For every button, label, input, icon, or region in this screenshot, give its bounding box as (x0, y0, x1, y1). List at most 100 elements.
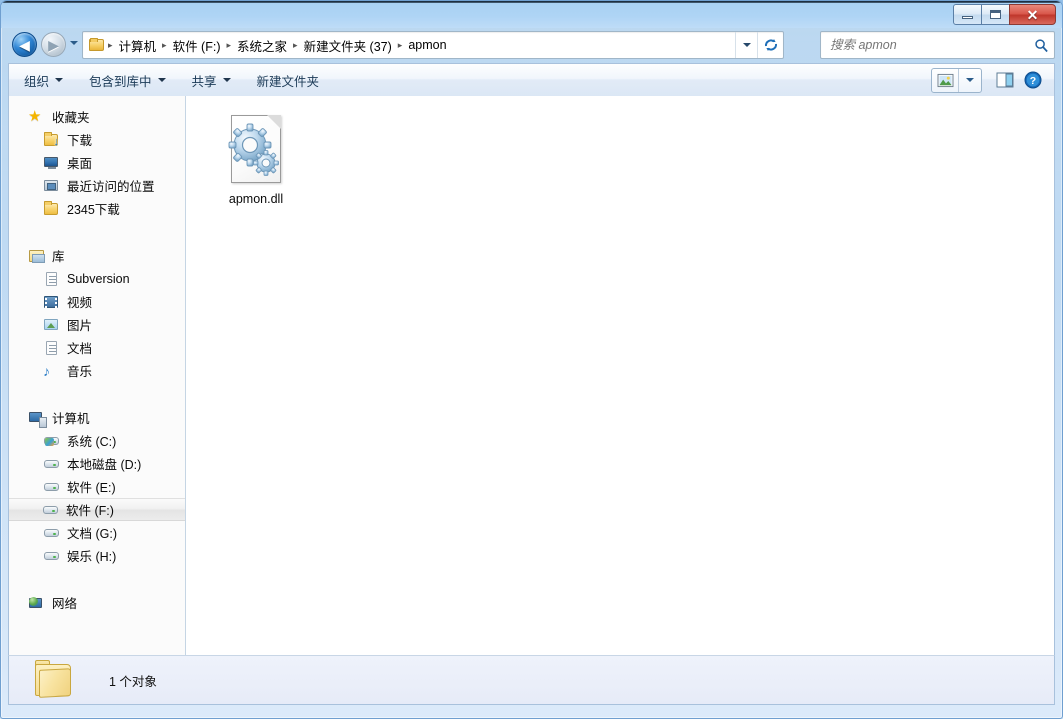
explorer-window: ✕ ◀ ▶ ▸ 计算机 ▸ 软件 (F:) ▸ 系统之家 ▸ 新建文件夹 (37) ▸ apmon (0, 0, 1063, 719)
sidebar-group-libraries: 库 Subversion 视频图片文档 ♪ 音乐 (9, 244, 185, 382)
sidebar-item-label: 下载 (67, 134, 93, 148)
chevron-down-icon (966, 78, 974, 82)
refresh-icon (764, 39, 777, 51)
navigation-bar: ◀ ▶ ▸ 计算机 ▸ 软件 (F:) ▸ 系统之家 ▸ 新建文件夹 (37) ▸ apmon (8, 30, 1055, 61)
sidebar-item-libraries[interactable]: 库 (9, 244, 185, 267)
sidebar-item-label: 2345下载 (67, 203, 120, 217)
sidebar-group-spacer (9, 571, 185, 591)
sidebar-item-label: 图片 (67, 319, 93, 333)
sidebar-item--[interactable]: ♪ 音乐 (9, 359, 185, 382)
sidebar-item--h-[interactable]: 娱乐 (H:) (9, 544, 185, 567)
search-box[interactable] (820, 31, 1055, 59)
minimize-icon (962, 16, 973, 19)
sidebar-item--e-[interactable]: 软件 (E:) (9, 475, 185, 498)
forward-button[interactable]: ▶ (41, 32, 66, 57)
breadcrumb: ▸ 计算机 ▸ 软件 (F:) ▸ 系统之家 ▸ 新建文件夹 (37) ▸ apmon (107, 34, 735, 57)
sidebar-item-label: 软件 (F:) (66, 504, 114, 518)
toolbar-organize-button[interactable]: 组织 (13, 67, 74, 93)
drive-icon (43, 456, 60, 472)
breadcrumb-separator: ▸ (293, 39, 298, 50)
breadcrumb-item[interactable]: 系统之家 (232, 34, 292, 57)
restore-icon (990, 10, 1001, 19)
sidebar-group-network: 网络 (9, 591, 185, 614)
minimize-button[interactable] (953, 4, 982, 25)
sidebar-item--g-[interactable]: 文档 (G:) (9, 521, 185, 544)
sidebar-item-favorites[interactable]: ★ 收藏夹 (9, 105, 185, 128)
toolbar-item-label: 组织 (24, 74, 50, 89)
sidebar-item--[interactable]: 最近访问的位置 (9, 174, 185, 197)
chevron-down-icon (157, 78, 166, 82)
folder-icon (43, 200, 60, 217)
recent-places-icon (43, 178, 60, 194)
video-icon (43, 294, 60, 310)
breadcrumb-item[interactable]: apmon (403, 36, 451, 54)
sidebar-group-favorites: ★ 收藏夹下载桌面最近访问的位置 2345下载 (9, 105, 185, 220)
toolbar-commands: 组织 包含到库中 共享 新建文件夹 (9, 67, 330, 93)
sidebar-item--[interactable]: 文档 (9, 336, 185, 359)
sidebar-item-network[interactable]: 网络 (9, 591, 185, 614)
status-bar: 1 个对象 (8, 655, 1055, 705)
navigation-pane[interactable]: ★ 收藏夹下载桌面最近访问的位置 2345下载库 Subversion 视频图片文档 ♪ 音… (9, 96, 186, 655)
preview-pane-button[interactable] (992, 68, 1018, 92)
system-drive-icon (43, 433, 60, 449)
drive-icon (43, 548, 60, 564)
sidebar-item--[interactable]: 下载 (9, 128, 185, 151)
sidebar-item-label: 最近访问的位置 (67, 180, 155, 194)
search-icon[interactable] (1028, 38, 1054, 53)
sidebar-item-label: 桌面 (67, 157, 93, 171)
toolbar-item-label: 共享 (191, 74, 217, 89)
sidebar-item--[interactable]: 图片 (9, 313, 185, 336)
sidebar-item-label: 库 (52, 250, 65, 264)
explorer-body: ★ 收藏夹下载桌面最近访问的位置 2345下载库 Subversion 视频图片文档 ♪ 音… (8, 96, 1055, 655)
drive-icon (43, 525, 60, 541)
library-icon (28, 248, 45, 264)
toolbar-share-with-button[interactable]: 共享 (181, 67, 242, 93)
sidebar-item--[interactable]: 桌面 (9, 151, 185, 174)
document-icon (43, 271, 60, 287)
recent-pages-button[interactable] (70, 41, 79, 49)
help-button[interactable]: ? (1020, 68, 1046, 92)
pictures-icon (43, 317, 60, 333)
drive-icon (42, 502, 59, 518)
forward-arrow-icon: ▶ (48, 36, 59, 53)
sidebar-item--c-[interactable]: 系统 (C:) (9, 429, 185, 452)
close-button[interactable]: ✕ (1009, 4, 1056, 25)
breadcrumb-item[interactable]: 新建文件夹 (37) (299, 34, 397, 57)
address-bar[interactable]: ▸ 计算机 ▸ 软件 (F:) ▸ 系统之家 ▸ 新建文件夹 (37) ▸ apmon (82, 31, 784, 59)
search-input[interactable] (830, 38, 1028, 52)
file-list-pane[interactable]: apmon.dll (186, 96, 1054, 655)
status-folder-icon (31, 660, 77, 700)
sidebar-group-spacer (9, 386, 185, 406)
svg-text:?: ? (1030, 75, 1036, 87)
chevron-down-icon (55, 78, 64, 82)
sidebar-item-subversion[interactable]: Subversion (9, 267, 185, 290)
view-dropdown-button[interactable] (959, 69, 981, 92)
sidebar-item-label: 视频 (67, 296, 93, 310)
network-icon (28, 595, 45, 611)
folder-download-icon (43, 131, 60, 148)
file-item[interactable]: apmon.dll (204, 110, 308, 215)
breadcrumb-separator: ▸ (108, 39, 113, 50)
address-dropdown-button[interactable] (735, 32, 757, 58)
toolbar-new-folder-button[interactable]: 新建文件夹 (246, 67, 331, 93)
toolbar-include-in-library-button[interactable]: 包含到库中 (78, 67, 177, 93)
back-button[interactable]: ◀ (12, 32, 37, 57)
sidebar-item-2345-[interactable]: 2345下载 (9, 197, 185, 220)
refresh-button[interactable] (757, 32, 783, 58)
sidebar-item--[interactable]: 视频 (9, 290, 185, 313)
sidebar-item--d-[interactable]: 本地磁盘 (D:) (9, 452, 185, 475)
window-controls: ✕ (953, 4, 1056, 25)
view-options-icon (937, 73, 953, 87)
sidebar-item-computer[interactable]: 计算机 (9, 406, 185, 429)
toolbar-item-label: 新建文件夹 (256, 74, 320, 89)
breadcrumb-item[interactable]: 计算机 (114, 34, 162, 57)
sidebar-item--f-[interactable]: 软件 (F:) (9, 498, 185, 521)
view-options-button[interactable] (932, 68, 958, 92)
file-item-label: apmon.dll (228, 192, 284, 206)
documents-icon (43, 340, 60, 356)
sidebar-item-label: 文档 (G:) (67, 527, 117, 541)
restore-button[interactable] (981, 4, 1010, 25)
breadcrumb-item[interactable]: 软件 (F:) (168, 34, 226, 57)
toolbar-view-controls: ? (931, 67, 1054, 93)
title-bar: ✕ (1, 1, 1062, 28)
